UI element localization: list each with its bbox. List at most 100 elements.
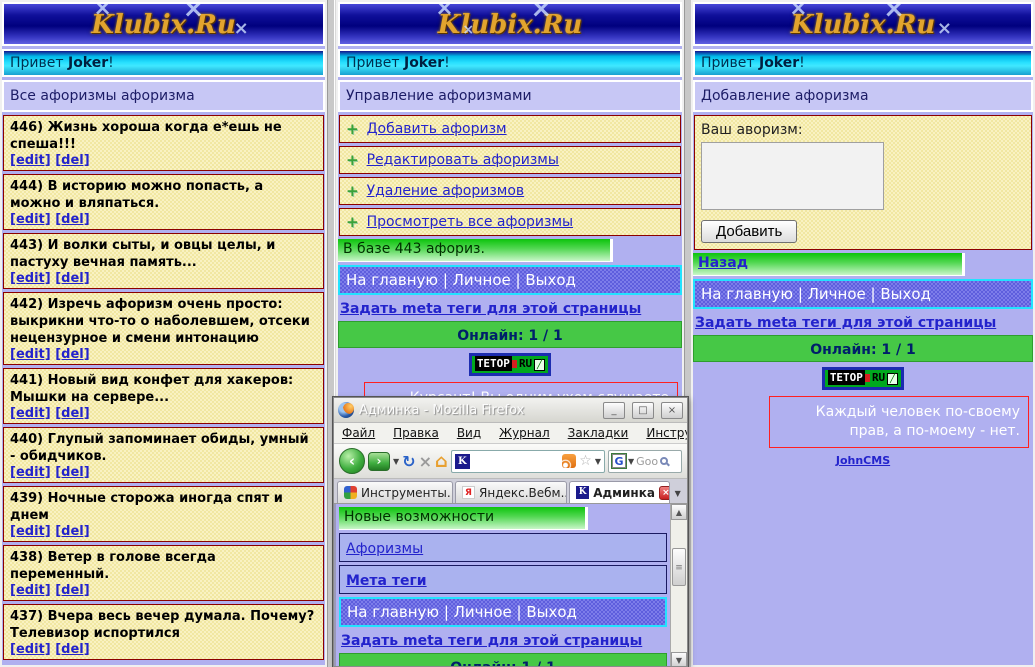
- menu-item-edit[interactable]: + Редактировать афоризмы: [339, 146, 681, 174]
- firefox-titlebar[interactable]: Админка - Mozilla Firefox _ □ ×: [334, 398, 687, 423]
- minimize-button[interactable]: _: [603, 402, 625, 419]
- menu-item-add[interactable]: + Добавить афоризм: [339, 115, 681, 143]
- edit-link[interactable]: [edit]: [10, 524, 51, 539]
- aphorisms-link[interactable]: Афоризмы: [346, 541, 423, 557]
- tab-close-icon[interactable]: ×: [659, 486, 670, 500]
- meta-tags-section-link[interactable]: Мета теги: [346, 573, 427, 589]
- menu-item-delete[interactable]: + Удаление афоризмов: [339, 177, 681, 205]
- edit-link[interactable]: [edit]: [10, 347, 51, 362]
- history-dropdown-icon[interactable]: ▼: [393, 457, 399, 466]
- aphorism-card: 446) Жизнь хороша когда е*ешь не спеша!!…: [3, 115, 324, 171]
- online-link[interactable]: Онлайн: 1 / 1: [457, 328, 563, 344]
- nav-bar[interactable]: На главную | Личное | Выход: [693, 279, 1033, 309]
- aphorism-textarea[interactable]: [701, 142, 884, 210]
- rss-icon[interactable]: [562, 454, 576, 468]
- sparkle-icon: ×: [183, 2, 205, 24]
- del-link[interactable]: [del]: [55, 347, 89, 362]
- edit-link[interactable]: [edit]: [10, 465, 51, 480]
- menu-tools[interactable]: Инструменты: [646, 426, 687, 440]
- aphorism-card: 444) В историю можно попасть, а можно и …: [3, 174, 324, 230]
- google-icon: G: [612, 454, 626, 468]
- tab-yandex-webmaster[interactable]: Я Яндекс.Вебм...: [455, 481, 567, 503]
- del-link[interactable]: [del]: [55, 583, 89, 598]
- nav-bar[interactable]: На главную | Личное | Выход: [338, 265, 682, 295]
- bookmark-star-icon[interactable]: ☆: [579, 453, 592, 469]
- edit-link[interactable]: [edit]: [10, 406, 51, 421]
- del-link[interactable]: [del]: [55, 524, 89, 539]
- aphorisms-section-card[interactable]: Афоризмы: [339, 533, 667, 562]
- edit-link[interactable]: [edit]: [10, 212, 51, 227]
- scroll-up-icon[interactable]: ▲: [671, 504, 687, 520]
- back-link[interactable]: Назад: [698, 255, 748, 271]
- view-all-aphorisms-link[interactable]: Просмотреть все афоризмы: [367, 214, 574, 230]
- del-link[interactable]: [del]: [55, 406, 89, 421]
- tetop-counter-badge[interactable]: TETOPRU╱: [822, 367, 904, 390]
- online-bar: Онлайн: 1 / 1: [339, 653, 667, 667]
- yandex-tab-icon: Я: [462, 486, 475, 499]
- edit-link[interactable]: [edit]: [10, 153, 51, 168]
- edit-link[interactable]: [edit]: [10, 583, 51, 598]
- menu-bookmarks[interactable]: Закладки: [568, 426, 629, 440]
- menu-history[interactable]: Журнал: [499, 426, 550, 440]
- greeting-bar: Привет Joker!: [338, 49, 682, 77]
- johncms-link[interactable]: JohnCMS: [693, 454, 1033, 467]
- scroll-down-icon[interactable]: ▼: [671, 652, 687, 667]
- online-link[interactable]: Онлайн: 1 / 1: [450, 660, 556, 667]
- tab-list-dropdown-icon[interactable]: ▼: [672, 485, 684, 503]
- page-title: Добавление афоризма: [693, 80, 1033, 112]
- external-link-icon: ╱: [887, 373, 898, 385]
- scrollbar[interactable]: ▲ ≡ ▼: [670, 504, 687, 667]
- del-link[interactable]: [del]: [55, 271, 89, 286]
- url-dropdown-icon[interactable]: ▼: [595, 457, 601, 466]
- close-button[interactable]: ×: [661, 402, 683, 419]
- menu-view[interactable]: Вид: [457, 426, 481, 440]
- tab-tools[interactable]: Инструменты...: [337, 481, 453, 503]
- del-link[interactable]: [del]: [55, 212, 89, 227]
- menu-file[interactable]: Файл: [342, 426, 375, 440]
- plus-icon: +: [346, 120, 359, 138]
- counter-wrap: TETOPRU╱: [693, 366, 1033, 390]
- external-link-icon: ╱: [534, 359, 545, 371]
- meta-tags-link[interactable]: Задать meta теги для этой страницы: [340, 301, 641, 317]
- menu-edit[interactable]: Правка: [393, 426, 439, 440]
- tetop-counter-badge[interactable]: TETOPRU╱: [469, 353, 551, 376]
- window-title: Админка - Mozilla Firefox: [359, 403, 596, 418]
- del-link[interactable]: [del]: [55, 642, 89, 657]
- sparkle-icon: ×: [93, 2, 111, 21]
- meta-tags-link[interactable]: Задать meta теги для этой страницы: [695, 315, 996, 331]
- del-link[interactable]: [del]: [55, 153, 89, 168]
- edit-aphorisms-link[interactable]: Редактировать афоризмы: [367, 152, 559, 168]
- online-link[interactable]: Онлайн: 1 / 1: [810, 342, 916, 358]
- nav-bar[interactable]: На главную | Личное | Выход: [339, 597, 667, 627]
- aphorism-field-label: Ваш аворизм:: [701, 122, 1025, 138]
- del-link[interactable]: [del]: [55, 465, 89, 480]
- aphorism-text: 444) В историю можно попасть, а можно и …: [10, 178, 317, 212]
- online-bar: Онлайн: 1 / 1: [693, 335, 1033, 362]
- aphorism-card: 441) Новый вид конфет для хакеров: Мышки…: [3, 368, 324, 424]
- reload-button[interactable]: ↻: [402, 452, 415, 471]
- meta-tags-section-card[interactable]: Мета теги: [339, 565, 667, 594]
- address-bar[interactable]: K ☆ ▼: [451, 450, 605, 473]
- search-engine-dropdown-icon[interactable]: ▼: [628, 457, 634, 466]
- aphorism-card: 438) Ветер в голове всегда переменный. […: [3, 545, 324, 601]
- submit-button[interactable]: Добавить: [701, 220, 797, 243]
- tab-adminka[interactable]: K Админка ×: [569, 481, 669, 503]
- search-magnifier-icon[interactable]: [660, 457, 668, 465]
- stop-button[interactable]: ×: [419, 452, 432, 471]
- search-input[interactable]: G ▼ Goo: [608, 450, 682, 473]
- forward-button[interactable]: ›: [368, 452, 390, 471]
- delete-aphorisms-link[interactable]: Удаление афоризмов: [367, 183, 525, 199]
- firefox-tabbar: Инструменты... Я Яндекс.Вебм... K Админк…: [334, 479, 687, 504]
- home-button[interactable]: ⌂: [435, 451, 448, 472]
- maximize-button[interactable]: □: [632, 402, 654, 419]
- edit-link[interactable]: [edit]: [10, 642, 51, 657]
- aphorism-text: 440) Глупый запоминает обиды, умный - об…: [10, 431, 317, 465]
- scroll-thumb[interactable]: ≡: [672, 548, 686, 586]
- greeting-suffix: !: [108, 55, 114, 71]
- greeting-prefix: Привет: [346, 55, 404, 71]
- menu-item-view-all[interactable]: + Просмотреть все афоризмы: [339, 208, 681, 236]
- meta-tags-link[interactable]: Задать meta теги для этой страницы: [341, 633, 642, 649]
- edit-link[interactable]: [edit]: [10, 271, 51, 286]
- back-button[interactable]: ‹: [339, 448, 365, 474]
- add-aphorism-link[interactable]: Добавить афоризм: [367, 121, 507, 137]
